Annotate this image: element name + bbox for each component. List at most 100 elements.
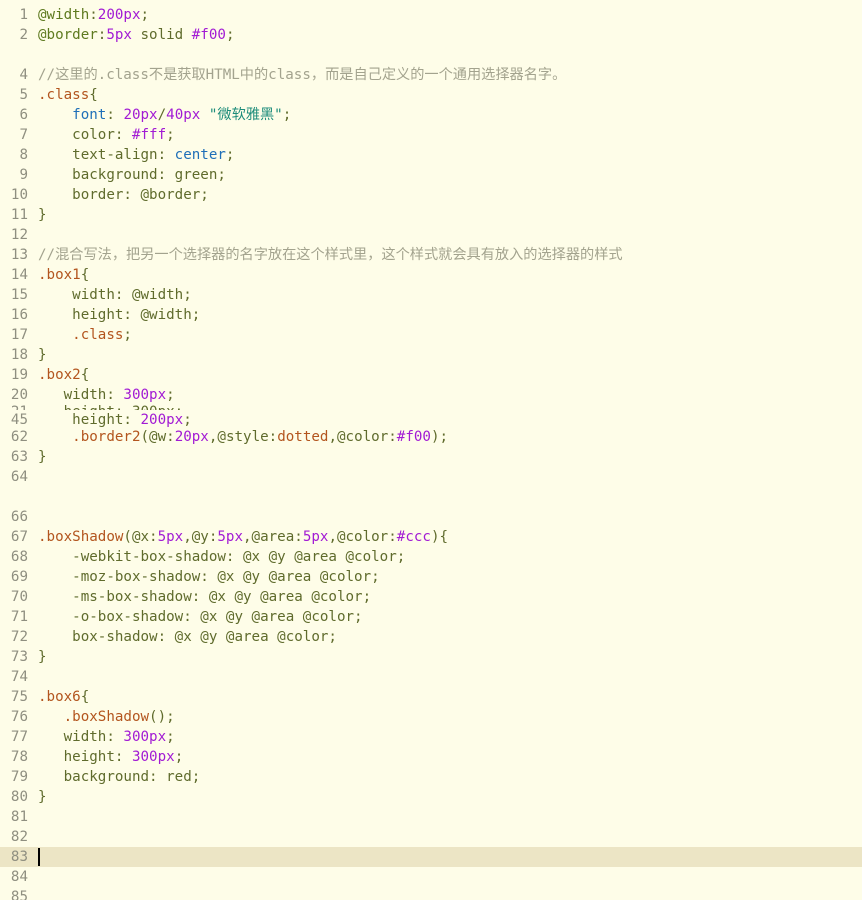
code-line[interactable]: 71 -o-box-shadow: @x @y @area @color; (0, 607, 862, 627)
code-line[interactable]: 9 background: green; (0, 165, 862, 185)
code-line[interactable]: 73} (0, 647, 862, 667)
code-token: background: red; (38, 769, 201, 785)
code-line[interactable]: 6 font: 20px/40px "微软雅黑"; (0, 105, 862, 125)
code-line[interactable]: 64 (0, 467, 862, 487)
code-line[interactable]: 80} (0, 787, 862, 807)
code-text: .class; (38, 325, 132, 345)
line-number: 7 (19, 127, 28, 143)
code-token: { (89, 87, 98, 103)
code-token: 20px (123, 107, 158, 123)
code-text: .boxShadow(); (38, 707, 175, 727)
code-text: } (38, 647, 47, 667)
code-token: -o-box-shadow: @x @y @area @color; (38, 609, 363, 625)
code-text: @width:200px; (38, 5, 149, 25)
code-token: .border2 (72, 429, 141, 445)
code-token: -ms-box-shadow: @x @y @area @color; (38, 589, 372, 605)
code-token: #f00 (191, 27, 226, 43)
code-token: } (38, 449, 47, 465)
line-number: 9 (19, 167, 28, 183)
code-token: 5px (302, 529, 329, 545)
code-token: border: @border; (38, 187, 209, 203)
code-text: //这里的.class不是获取HTML中的class，而是自己定义的一个通用选择… (38, 65, 566, 85)
code-text: -o-box-shadow: @x @y @area @color; (38, 607, 363, 627)
code-line[interactable]: 13 //混合写法，把另一个选择器的名字放在这个样式里，这个样式就会具有放入的选择… (0, 245, 862, 265)
code-token: .boxShadow (38, 529, 124, 545)
line-number: 68 (10, 549, 28, 565)
code-line[interactable]: 62 .border2(@w:20px,@style:dotted,@color… (0, 427, 862, 447)
code-token: solid (131, 27, 192, 43)
code-text: -ms-box-shadow: @x @y @area @color; (38, 587, 371, 607)
code-token: } (38, 649, 47, 665)
code-text: .class{ (38, 85, 98, 105)
code-line[interactable]: 21 height: 300px; (0, 402, 862, 410)
code-line[interactable]: 70 -ms-box-shadow: @x @y @area @color; (0, 587, 862, 607)
code-line[interactable]: 67 .boxShadow(@x:5px,@y:5px,@area:5px,@co… (0, 527, 862, 547)
code-line[interactable]: 82 (0, 827, 862, 847)
code-line[interactable]: 4 //这里的.class不是获取HTML中的class，而是自己定义的一个通用选… (0, 65, 862, 85)
code-line[interactable]: 18} (0, 345, 862, 365)
line-number: 85 (10, 889, 28, 900)
code-token: background: green; (38, 167, 226, 183)
code-line[interactable]: 69 -moz-box-shadow: @x @y @area @color; (0, 567, 862, 587)
code-line[interactable]: 63} (0, 447, 862, 467)
code-text: .box1{ (38, 265, 89, 285)
code-token: ,@area: (243, 529, 303, 545)
code-token: 200px (97, 7, 141, 23)
line-number: 70 (10, 589, 28, 605)
code-token: (); (149, 709, 175, 725)
code-line[interactable]: 74 (0, 667, 862, 687)
code-line[interactable]: 81 (0, 807, 862, 827)
code-line[interactable]: 75 .box6{ (0, 687, 862, 707)
code-line[interactable]: 10 border: @border; (0, 185, 862, 205)
code-line[interactable]: 1 @width:200px; (0, 5, 862, 25)
code-line[interactable]: 68 -webkit-box-shadow: @x @y @area @colo… (0, 547, 862, 567)
code-line[interactable]: 77 width: 300px; (0, 727, 862, 747)
code-token: 20px (174, 429, 209, 445)
code-token: -moz-box-shadow: @x @y @area @color; (38, 569, 380, 585)
code-line[interactable]: 16 height: @width; (0, 305, 862, 325)
code-token: "微软雅黑" (208, 107, 283, 123)
code-line[interactable]: 11} (0, 205, 862, 225)
code-line[interactable]: 19 .box2{ (0, 365, 862, 385)
code-line[interactable]: 85 (0, 887, 862, 900)
code-line[interactable]: 8 text-align: center; (0, 145, 862, 165)
code-line[interactable]: 5 .class{ (0, 85, 862, 105)
line-number: 5 (19, 87, 28, 103)
code-token: 200px (140, 412, 184, 428)
code-text: .box6{ (38, 687, 89, 707)
code-text: //混合写法，把另一个选择器的名字放在这个样式里，这个样式就会具有放入的选择器的… (38, 245, 623, 265)
code-text: } (38, 787, 47, 807)
code-line[interactable]: 12 (0, 225, 862, 245)
line-number: 77 (10, 729, 28, 745)
code-token: text-align: (38, 147, 175, 163)
line-number: 62 (10, 429, 28, 445)
code-line[interactable]: 66 (0, 507, 862, 527)
code-text: } (38, 205, 47, 225)
code-line[interactable]: 78 height: 300px; (0, 747, 862, 767)
code-line[interactable]: 76 .boxShadow(); (0, 707, 862, 727)
code-line[interactable]: 14 .box1{ (0, 265, 862, 285)
code-line[interactable]: 7 color: #fff; (0, 125, 862, 145)
code-token: #f00 (396, 429, 431, 445)
code-token: ; (123, 327, 132, 343)
line-number: 21 (0, 402, 28, 410)
code-line[interactable]: 15 width: @width; (0, 285, 862, 305)
code-token: ; (166, 729, 175, 745)
code-line[interactable]: 84 (0, 867, 862, 887)
code-line[interactable]: 2 @border:5px solid #f00; (0, 25, 862, 45)
line-number: 13 (10, 247, 28, 263)
code-text: color: #fff; (38, 125, 175, 145)
code-line[interactable]: 72 box-shadow: @x @y @area @color; (0, 627, 862, 647)
code-editor[interactable]: 1 @width:200px; 2 @border:5px solid #f00; 4/… (0, 0, 862, 900)
line-number: 8 (19, 147, 28, 163)
code-token: ; (225, 27, 235, 43)
code-line[interactable]: 17 .class; (0, 325, 862, 345)
code-line[interactable]: 83 (0, 847, 862, 867)
line-number: 75 (10, 689, 28, 705)
code-token: ; (174, 749, 184, 765)
code-token: : (89, 7, 98, 23)
code-text: font: 20px/40px "微软雅黑"; (38, 105, 291, 125)
code-line[interactable]: 79 background: red; (0, 767, 862, 787)
code-token: ,@y: (183, 529, 218, 545)
